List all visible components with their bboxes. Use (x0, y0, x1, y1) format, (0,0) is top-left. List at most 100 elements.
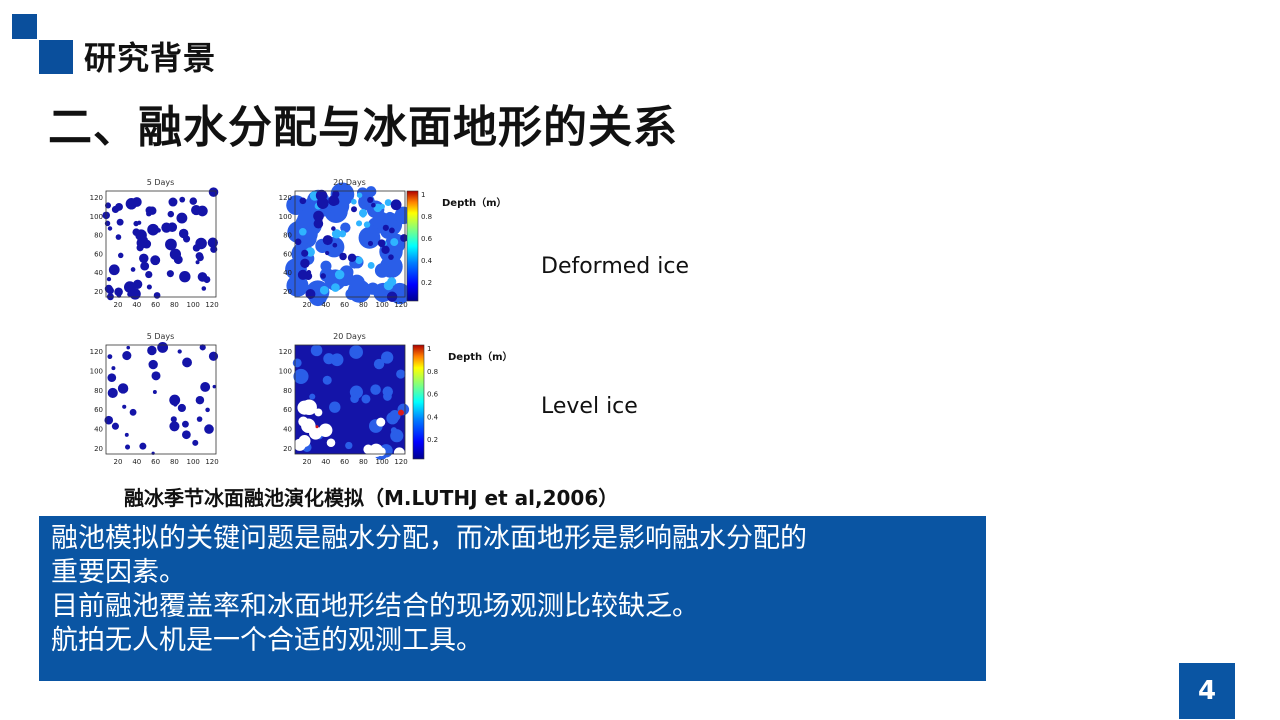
pond-blob (173, 255, 183, 265)
y-tick-label: 60 (94, 250, 103, 258)
y-tick-label: 80 (94, 387, 103, 395)
pond-blob (319, 285, 329, 295)
pond-blob (366, 445, 374, 453)
x-tick-label: 120 (205, 301, 218, 309)
colorbar-tick-label: 0.2 (421, 279, 432, 287)
pond-blob (169, 394, 181, 406)
pond-blob (108, 264, 120, 276)
pond-blob (373, 358, 385, 370)
x-tick-label: 20 (114, 301, 123, 309)
plot-title: 5 Days (146, 178, 175, 187)
plot-title: 20 Days (333, 332, 366, 341)
pond-blob (345, 441, 353, 450)
pond-blob (166, 270, 174, 278)
pond-blob (293, 438, 306, 451)
pond-blob (208, 351, 219, 361)
pond-blob (129, 288, 141, 300)
pond-blob (294, 238, 302, 246)
colorbar-tick-label: 0.6 (427, 391, 439, 399)
pond-blob (106, 276, 112, 282)
pond-blob (326, 438, 336, 448)
pond-blob (192, 439, 199, 446)
pond-blob (177, 403, 186, 413)
colorbar-tick-label: 0.2 (427, 436, 438, 444)
pond-blob (390, 238, 399, 247)
pond-blob (330, 353, 344, 367)
x-tick-label: 20 (114, 458, 123, 466)
info-line: 航拍无人机是一个合适的观测工具。 (51, 625, 483, 656)
y-tick-label: 40 (94, 269, 103, 277)
colorbar-tick-label: 0.6 (421, 235, 433, 243)
pond-blob (148, 359, 158, 370)
pond-blob (314, 217, 323, 226)
pond-blob (322, 375, 332, 385)
pond-blob (371, 202, 376, 208)
colorbar-tick-label: 0.8 (421, 213, 432, 221)
pond-blob (133, 220, 139, 227)
pond-blob (379, 203, 385, 210)
pond-blob (301, 249, 309, 257)
pond-blob (177, 349, 182, 354)
colorbar-label: Depth（m） (448, 350, 513, 363)
pond-blob (111, 422, 119, 430)
y-tick-label: 20 (94, 445, 103, 453)
colorbar-tick-label: 0.8 (427, 368, 438, 376)
x-tick-label: 60 (151, 301, 160, 309)
pond-blob (196, 416, 203, 422)
y-tick-label: 60 (283, 250, 292, 258)
pond-blob (107, 354, 113, 360)
y-tick-label: 80 (94, 232, 103, 240)
pond-blob (196, 253, 204, 262)
pond-blob (339, 252, 347, 261)
melt-pond-map: 120 100 80 60 40 20 20 40 60 80 100 120 (279, 344, 410, 466)
x-tick-label: 120 (205, 458, 218, 466)
pond-blob (182, 235, 191, 243)
pond-blob (351, 206, 357, 213)
pond-blob (147, 345, 157, 356)
pond-blob (182, 357, 192, 368)
pond-blob (377, 239, 386, 248)
pond-blob (299, 227, 307, 236)
y-tick-label: 60 (94, 406, 103, 414)
colorbar-tick-label: 0.4 (421, 257, 433, 265)
pond-blob (129, 408, 137, 416)
pond-blob (334, 269, 345, 280)
pond-blob (191, 204, 202, 216)
pond-blob (382, 224, 389, 231)
y-tick-label: 20 (283, 288, 292, 296)
pond-blob (367, 262, 375, 269)
pond-blob (107, 373, 117, 383)
pond-blob (292, 358, 302, 368)
y-tick-label: 80 (283, 232, 292, 240)
colorbar-tick-label: 1 (421, 191, 425, 199)
x-tick-label: 40 (132, 301, 141, 309)
colorbar-gradient (406, 190, 419, 302)
pond-blob (167, 210, 175, 218)
pond-blob (195, 395, 205, 405)
pond-blob (117, 383, 129, 394)
depth-colorbar: 1 0.8 0.6 0.4 0.2 Depth（m） (406, 190, 507, 302)
pond-blob (361, 394, 371, 404)
x-tick-label: 20 (303, 458, 312, 466)
pond-blob (196, 243, 201, 249)
pond-blob (309, 393, 316, 400)
pond-blob (386, 412, 399, 425)
x-tick-label: 40 (321, 301, 330, 309)
plot-level-20days: 20 Days 120 100 80 60 40 20 20 40 60 80 100 120 (267, 330, 412, 475)
pond-blob (141, 236, 148, 243)
y-tick-label: 80 (283, 387, 292, 395)
y-tick-label: 120 (90, 194, 103, 202)
x-tick-label: 100 (376, 301, 389, 309)
colorbar-gradient (412, 344, 425, 460)
pond-blob (300, 258, 310, 269)
pond-blob (361, 213, 366, 218)
pond-blob (203, 276, 211, 284)
pond-blob (388, 254, 394, 260)
pond-blob (139, 442, 147, 450)
pond-blob (297, 269, 309, 280)
pond-blob (384, 199, 392, 206)
pond-blob (393, 447, 405, 459)
pond-blob (165, 238, 177, 251)
x-tick-label: 80 (170, 301, 179, 309)
pond-blob (107, 387, 118, 398)
